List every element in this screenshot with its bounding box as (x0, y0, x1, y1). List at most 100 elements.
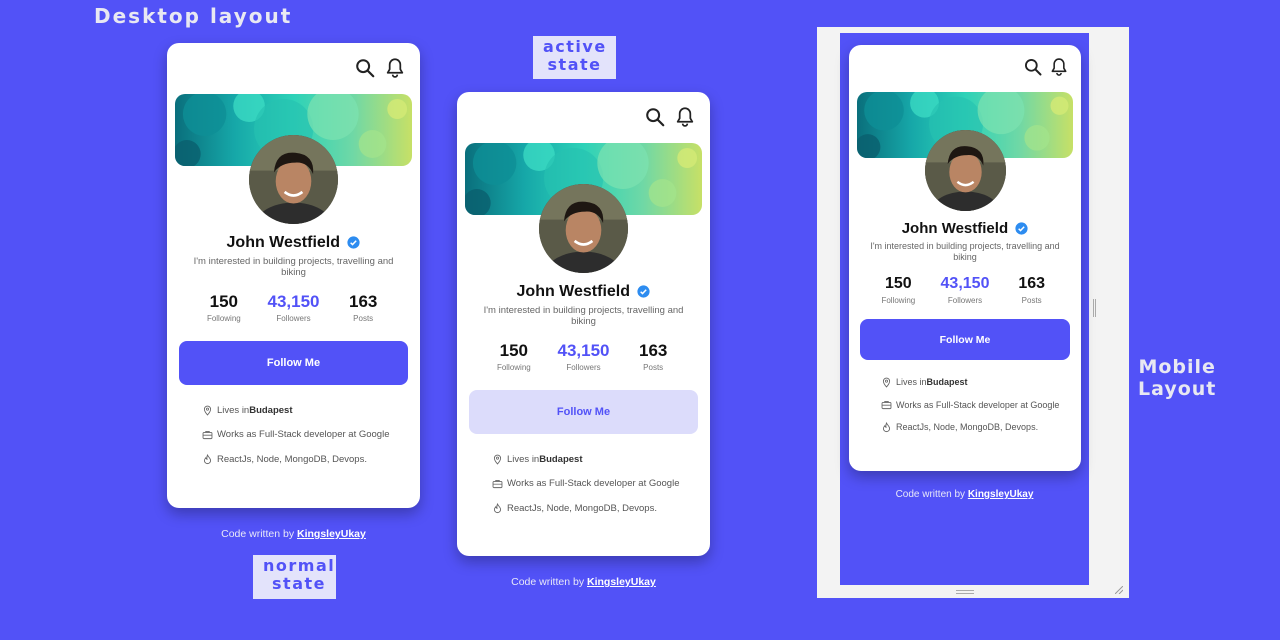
stat-followers[interactable]: 43,150 Followers (259, 292, 329, 323)
stat-followers[interactable]: 43,150 Followers (932, 274, 999, 305)
normal-state-label: normal state (253, 555, 336, 599)
credit-prefix: Code written by (895, 489, 968, 500)
stat-followers-value: 43,150 (267, 292, 320, 311)
credit-author-link[interactable]: KingsleyUkay (968, 489, 1034, 500)
resize-handle-bottom[interactable] (956, 590, 974, 594)
profile-info-list: Lives in Budapest Works as Full-Stack de… (202, 398, 389, 472)
profile-card-active: John Westfield I'm interested in buildin… (457, 92, 710, 556)
info-work: Works as Full-Stack developer at Google (492, 472, 679, 497)
profile-stats: 150 Following 43,150 Followers 163 Posts (457, 341, 710, 372)
info-location-prefix: Lives in (217, 404, 250, 416)
location-pin-icon (493, 454, 502, 465)
profile-name-row: John Westfield (849, 220, 1081, 237)
info-location: Lives in Budapest (492, 447, 679, 472)
normal-state-label-line2: state (272, 574, 326, 593)
profile-name-row: John Westfield (167, 234, 420, 252)
stat-following-value: 150 (499, 341, 529, 360)
follow-button[interactable]: Follow Me (860, 319, 1070, 360)
stat-following[interactable]: 150 Following (865, 274, 932, 305)
profile-avatar (539, 184, 628, 273)
info-location-prefix: Lives in (896, 377, 927, 388)
credit-author-link[interactable]: KingsleyUkay (297, 528, 366, 540)
info-work-text: Works as Full-Stack developer at Google (896, 399, 1060, 410)
info-location-prefix: Lives in (507, 453, 540, 465)
bell-icon[interactable] (384, 57, 406, 79)
bell-icon[interactable] (1049, 57, 1069, 77)
profile-name: John Westfield (516, 283, 631, 300)
info-skills-text: ReactJs, Node, MongoDB, Devops. (896, 422, 1039, 433)
stat-posts-value: 163 (638, 341, 668, 360)
stat-followers-value: 43,150 (940, 275, 990, 292)
active-state-label-line1: active (543, 37, 607, 56)
profile-info-list: Lives in Budapest Works as Full-Stack de… (881, 371, 1059, 439)
credit-prefix: Code written by (221, 528, 297, 540)
profile-stats: 150 Following 43,150 Followers 163 Posts (167, 292, 420, 323)
info-location-city: Budapest (926, 377, 968, 388)
info-skills-text: ReactJs, Node, MongoDB, Devops. (507, 502, 657, 514)
stat-posts-label: Posts (643, 363, 664, 372)
profile-info-list: Lives in Budapest Works as Full-Stack de… (492, 447, 679, 521)
credit-line-normal: Code written by KingsleyUkay (167, 528, 420, 540)
search-icon[interactable] (1023, 57, 1043, 77)
follow-button-active[interactable]: Follow Me (469, 390, 698, 434)
briefcase-icon (881, 401, 892, 410)
card-topbar (1023, 57, 1069, 77)
follow-button[interactable]: Follow Me (179, 341, 408, 385)
flame-icon (493, 502, 502, 513)
stat-following-value: 150 (209, 292, 239, 311)
stat-posts[interactable]: 163 Posts (618, 341, 688, 372)
info-location: Lives in Budapest (202, 398, 389, 423)
stat-posts-label: Posts (353, 314, 374, 323)
info-work-text: Works as Full-Stack developer at Google (217, 429, 390, 441)
info-location-city: Budapest (539, 453, 583, 465)
stat-posts-label: Posts (1021, 296, 1042, 305)
mobile-layout-label-line1: Mobile (1138, 356, 1216, 378)
info-work-text: Works as Full-Stack developer at Google (507, 478, 680, 490)
info-skills: ReactJs, Node, MongoDB, Devops. (881, 416, 1059, 439)
profile-card-normal: John Westfield I'm interested in buildin… (167, 43, 420, 508)
info-skills: ReactJs, Node, MongoDB, Devops. (202, 447, 389, 472)
info-location-city: Budapest (249, 404, 293, 416)
verified-check-icon (1015, 222, 1028, 235)
stat-following-label: Following (881, 296, 916, 305)
credit-line-mobile: Code written by KingsleyUkay (840, 489, 1089, 500)
info-location: Lives in Budapest (881, 371, 1059, 394)
stat-following-label: Following (206, 314, 241, 323)
stat-following[interactable]: 150 Following (479, 341, 549, 372)
mobile-layout-label-line2: Layout (1138, 378, 1217, 400)
resize-handle-right[interactable] (1093, 299, 1096, 317)
info-work: Works as Full-Stack developer at Google (202, 423, 389, 448)
stat-followers[interactable]: 43,150 Followers (549, 341, 619, 372)
profile-avatar (925, 130, 1006, 211)
credit-line-active: Code written by KingsleyUkay (457, 576, 710, 588)
stat-posts[interactable]: 163 Posts (328, 292, 398, 323)
stat-followers-label: Followers (566, 363, 601, 372)
mobile-screen: John Westfield I'm interested in buildin… (840, 33, 1089, 585)
info-skills-text: ReactJs, Node, MongoDB, Devops. (217, 453, 367, 465)
profile-name-row: John Westfield (457, 283, 710, 301)
normal-state-label-line1: normal (263, 556, 336, 575)
card-topbar (354, 57, 406, 79)
profile-bio: I'm interested in building projects, tra… (193, 256, 394, 278)
search-icon[interactable] (644, 106, 666, 128)
stat-posts-value: 163 (1018, 275, 1046, 292)
info-work: Works as Full-Stack developer at Google (881, 394, 1059, 417)
location-pin-icon (882, 377, 891, 388)
card-topbar (644, 106, 696, 128)
resize-corner-icon[interactable] (1115, 586, 1123, 594)
credit-author-link[interactable]: KingsleyUkay (587, 576, 656, 588)
flame-icon (882, 421, 891, 432)
profile-bio: I'm interested in building projects, tra… (483, 305, 684, 327)
stat-posts-value: 163 (348, 292, 378, 311)
briefcase-icon (202, 431, 213, 440)
desktop-layout-label: Desktop layout (94, 4, 293, 28)
stat-followers-value: 43,150 (557, 341, 610, 360)
stat-following[interactable]: 150 Following (189, 292, 259, 323)
location-pin-icon (203, 405, 212, 416)
search-icon[interactable] (354, 57, 376, 79)
stat-followers-label: Followers (276, 314, 311, 323)
bell-icon[interactable] (674, 106, 696, 128)
briefcase-icon (492, 480, 503, 489)
stat-posts[interactable]: 163 Posts (998, 274, 1065, 305)
mobile-layout-label: Mobile Layout (1138, 356, 1216, 400)
